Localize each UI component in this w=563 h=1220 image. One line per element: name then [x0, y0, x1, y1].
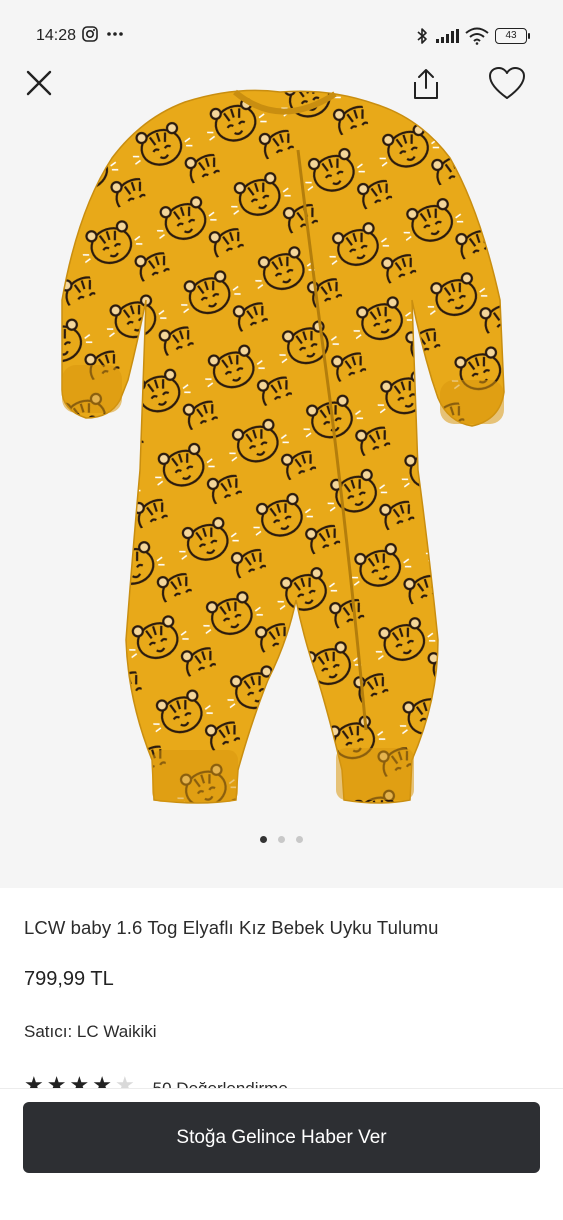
wifi-icon — [465, 27, 489, 45]
close-icon — [26, 70, 52, 96]
bottom-action-bar: Stoğa Gelince Haber Ver — [0, 1088, 563, 1220]
seller-info[interactable]: Satıcı: LC Waikiki — [24, 1022, 157, 1042]
product-image[interactable] — [0, 0, 563, 888]
pager-dot-1[interactable] — [260, 836, 267, 843]
close-button[interactable] — [22, 66, 56, 105]
share-button[interactable] — [408, 66, 444, 107]
battery-level: 43 — [505, 30, 517, 41]
status-bar: 14:28 43 — [0, 0, 563, 70]
pager-dot-3[interactable] — [296, 836, 303, 843]
garment-shape — [61, 89, 505, 804]
signal-icon — [436, 29, 459, 43]
bluetooth-icon — [417, 28, 427, 44]
pager-dot-2[interactable] — [278, 836, 285, 843]
notify-when-in-stock-button[interactable]: Stoğa Gelince Haber Ver — [23, 1102, 540, 1173]
product-title: LCW baby 1.6 Tog Elyaflı Kız Bebek Uyku … — [24, 917, 439, 938]
instagram-icon — [82, 26, 98, 42]
share-icon — [414, 69, 438, 99]
product-gallery[interactable] — [0, 0, 563, 888]
favorite-button[interactable] — [487, 66, 527, 107]
seller-name[interactable]: LC Waikiki — [77, 1022, 157, 1041]
seller-label: Satıcı: — [24, 1022, 73, 1041]
gallery-pager[interactable] — [0, 836, 563, 843]
battery-icon: 43 — [495, 28, 530, 44]
product-price: 799,99 TL — [24, 968, 114, 990]
heart-icon — [489, 67, 525, 99]
status-time: 14:28 — [36, 27, 77, 44]
more-icon — [107, 32, 123, 36]
